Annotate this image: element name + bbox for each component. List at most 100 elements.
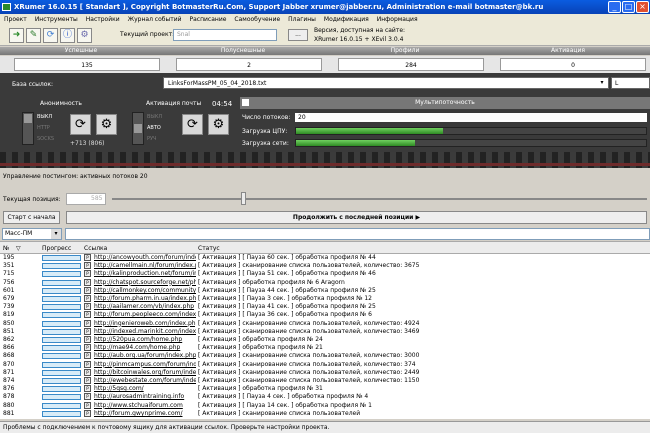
page-icon[interactable]: P bbox=[84, 270, 91, 278]
page-icon[interactable]: P bbox=[84, 344, 91, 352]
row-link[interactable]: http://ewebestate.com/forum/index.pl bbox=[94, 377, 196, 385]
page-icon[interactable]: P bbox=[84, 319, 91, 327]
row-link[interactable]: http://chatspot.sourceforge.net/phpBB bbox=[94, 279, 196, 287]
menu-event-log[interactable]: Журнал событий bbox=[124, 14, 186, 26]
position-field[interactable]: 585 bbox=[66, 193, 106, 205]
minimize-icon[interactable]: _ bbox=[608, 1, 621, 13]
position-slider[interactable] bbox=[112, 198, 647, 200]
row-link[interactable]: http://ingenieroweb.com/index.php bbox=[94, 320, 196, 328]
mail-option-auto[interactable]: АВТО bbox=[147, 125, 161, 131]
menu-info[interactable]: Информация bbox=[373, 14, 422, 26]
menu-tools[interactable]: Инструменты bbox=[31, 14, 82, 26]
menu-project[interactable]: Проект bbox=[0, 14, 31, 26]
table-row[interactable]: 601 Phttp://callmonkey.com/community/ind[… bbox=[0, 286, 650, 295]
menu-schedule[interactable]: Расписание bbox=[186, 14, 231, 26]
mail-option-off[interactable]: ВЫКЛ bbox=[147, 114, 162, 120]
page-icon[interactable]: P bbox=[84, 254, 91, 261]
page-icon[interactable]: P bbox=[84, 262, 91, 270]
table-row[interactable]: 819 Phttp://forum.peopleeco.com/index.pl[… bbox=[0, 311, 650, 319]
close-icon[interactable]: × bbox=[636, 1, 649, 13]
start-from-beginning-button[interactable]: Старт с начала bbox=[3, 211, 60, 224]
chevron-down-icon[interactable]: ▾ bbox=[597, 78, 607, 88]
row-link[interactable]: http://camellmain.nl/forum/index.php bbox=[94, 262, 196, 270]
row-link[interactable]: http://forum.peopleeco.com/index.pl bbox=[94, 311, 196, 319]
mail-activation-switch[interactable] bbox=[132, 112, 144, 145]
language-select[interactable]: L bbox=[611, 77, 650, 89]
row-link[interactable]: http://www.stchuaiforum.com bbox=[94, 402, 196, 410]
row-link[interactable]: http://kalinproduction.net/forum/index.p… bbox=[94, 270, 196, 278]
table-row[interactable]: 195 Phttp://ancowyouth.com/forum/index.pl… bbox=[0, 254, 650, 262]
position-slider-thumb[interactable] bbox=[241, 192, 246, 205]
row-link[interactable]: http://forum.gwynprime.com/ bbox=[94, 410, 196, 418]
mail-option-manual[interactable]: РУЧ bbox=[147, 136, 157, 142]
mail-settings-icon[interactable]: ⚙ bbox=[208, 114, 229, 135]
anonymity-option-off[interactable]: ВЫКЛ bbox=[37, 114, 52, 120]
page-icon[interactable]: P bbox=[84, 295, 91, 302]
page-icon[interactable]: P bbox=[84, 385, 91, 393]
refresh-icon[interactable]: ⟳ bbox=[43, 28, 58, 43]
row-link[interactable]: http://callmonkey.com/community/ind bbox=[94, 287, 196, 295]
project-field[interactable]: Snal bbox=[173, 29, 277, 41]
info-icon[interactable]: ⓘ bbox=[60, 28, 75, 43]
row-link[interactable]: http://aailamer.com/vb/index.php bbox=[94, 303, 196, 311]
page-icon[interactable]: P bbox=[84, 278, 91, 286]
start-icon[interactable]: ➜ bbox=[9, 28, 24, 43]
page-icon[interactable]: P bbox=[84, 360, 91, 368]
menu-plugins[interactable]: Плагины bbox=[284, 14, 320, 26]
table-row[interactable]: 874 Phttp://ewebestate.com/forum/index.pl… bbox=[0, 377, 650, 385]
table-row[interactable]: 756 Phttp://chatspot.sourceforge.net/phpB… bbox=[0, 278, 650, 287]
pause-icon[interactable] bbox=[242, 99, 249, 106]
table-row[interactable]: 850 Phttp://ingenieroweb.com/index.php[ А… bbox=[0, 319, 650, 328]
page-icon[interactable]: P bbox=[84, 377, 91, 384]
row-link[interactable]: http://pinmcampus.com/forum/index. bbox=[94, 361, 196, 369]
anonymity-option-socks[interactable]: SOCKS bbox=[37, 136, 54, 142]
page-icon[interactable]: P bbox=[84, 368, 91, 376]
anonymity-switch[interactable] bbox=[22, 112, 34, 145]
row-link[interactable]: http://ancowyouth.com/forum/index.pl bbox=[94, 254, 196, 262]
page-icon[interactable]: P bbox=[84, 409, 91, 417]
row-link[interactable]: http://mae94.com/home.php bbox=[94, 344, 196, 352]
page-icon[interactable]: P bbox=[84, 336, 91, 343]
page-icon[interactable]: P bbox=[84, 401, 91, 409]
page-icon[interactable]: P bbox=[84, 286, 91, 294]
table-row[interactable]: 868 Phttp://aub.org.ua/forum/index.php[ А… bbox=[0, 352, 650, 360]
refresh-mail-icon[interactable]: ⟳ bbox=[182, 114, 203, 135]
table-row[interactable]: 851 Phttp://indexed.marinkit.com/index.ph… bbox=[0, 327, 650, 336]
row-link[interactable]: http://5qsg.com/ bbox=[94, 385, 196, 393]
table-row[interactable]: 715 Phttp://kalinproduction.net/forum/ind… bbox=[0, 270, 650, 278]
anonymity-option-http[interactable]: HTTP bbox=[37, 125, 50, 131]
table-row[interactable]: 679 Phttp://forum.pharm.in.ua/index.php[ … bbox=[0, 295, 650, 303]
chevron-down-icon[interactable]: ▾ bbox=[51, 229, 61, 239]
table-row[interactable]: 881 Phttp://forum.gwynprime.com/[ Активац… bbox=[0, 409, 650, 418]
table-row[interactable]: 880 Phttp://www.stchuaiforum.com[ Активац… bbox=[0, 401, 650, 410]
page-icon[interactable]: P bbox=[84, 311, 91, 319]
edit-icon[interactable]: ✎ bbox=[26, 28, 41, 43]
page-icon[interactable]: P bbox=[84, 303, 91, 311]
filter-input[interactable] bbox=[65, 228, 650, 240]
links-base-select[interactable]: LinksForMassPM_05_04_2018.txt bbox=[163, 77, 609, 89]
row-link[interactable]: http://aurosadmintraining.info bbox=[94, 393, 196, 401]
refresh-proxy-icon[interactable]: ⟳ bbox=[70, 114, 91, 135]
table-row[interactable]: 739 Phttp://aailamer.com/vb/index.php[ Ак… bbox=[0, 303, 650, 311]
table-row[interactable]: 878 Phttp://aurosadmintraining.info[ Акти… bbox=[0, 393, 650, 401]
table-row[interactable]: 870 Phttp://pinmcampus.com/forum/index.[ … bbox=[0, 360, 650, 369]
maximize-icon[interactable]: □ bbox=[622, 1, 635, 13]
row-link[interactable]: http://forum.pharm.in.ua/index.php bbox=[94, 295, 196, 303]
threads-field[interactable]: 20 bbox=[295, 113, 647, 122]
page-icon[interactable]: P bbox=[84, 327, 91, 335]
proxy-settings-icon[interactable]: ⚙ bbox=[96, 114, 117, 135]
page-icon[interactable]: P bbox=[84, 352, 91, 360]
table-row[interactable]: 862 Phttp://520pua.com/home.php[ Активаци… bbox=[0, 336, 650, 344]
menu-modification[interactable]: Модификация bbox=[320, 14, 373, 26]
browse-button[interactable]: ... bbox=[288, 29, 308, 41]
page-icon[interactable]: P bbox=[84, 393, 91, 401]
continue-button[interactable]: Продолжить с последней позиции ▶ bbox=[66, 211, 647, 224]
menu-self-learning[interactable]: Самообучение bbox=[230, 14, 284, 26]
table-row[interactable]: 871 Phttp://bitcoinwales.org/forum/index.… bbox=[0, 368, 650, 377]
row-link[interactable]: http://bitcoinwales.org/forum/index.php bbox=[94, 369, 196, 377]
table-row[interactable]: 351 Phttp://camellmain.nl/forum/index.php… bbox=[0, 262, 650, 270]
menu-settings[interactable]: Настройки bbox=[82, 14, 124, 26]
table-row[interactable]: 866 Phttp://mae94.com/home.php[ Активация… bbox=[0, 344, 650, 352]
table-row[interactable]: 876 Phttp://5qsg.com/[ Активация ] обрабо… bbox=[0, 385, 650, 393]
row-link[interactable]: http://aub.org.ua/forum/index.php bbox=[94, 352, 196, 360]
